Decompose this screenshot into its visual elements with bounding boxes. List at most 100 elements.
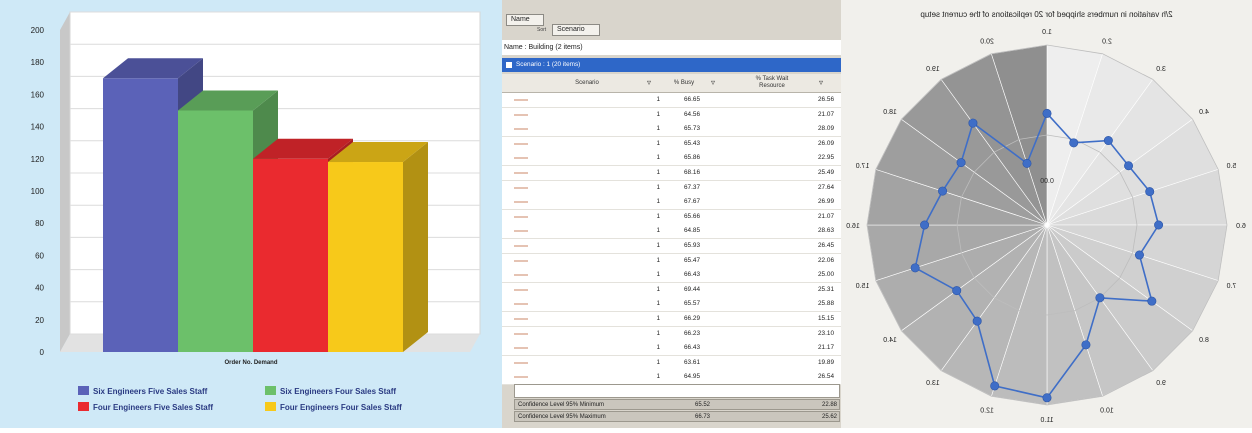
- table-row[interactable]: 1 65.73 28.09: [502, 122, 841, 138]
- y-tick-label: 120: [31, 155, 45, 164]
- radar-point: [1081, 340, 1091, 350]
- cell-wait: 26.99: [818, 198, 834, 206]
- cell-wait: 25.49: [818, 169, 834, 176]
- radar-point: [968, 118, 978, 128]
- cell-busy: 66.23: [684, 329, 700, 337]
- y-tick-label: 0: [40, 348, 45, 357]
- y-tick-label: 200: [31, 26, 45, 35]
- table-row[interactable]: 1 68.16 25.49: [502, 166, 841, 181]
- cell-wait: 21.07: [818, 110, 834, 118]
- cell-busy: 64.95: [684, 373, 700, 381]
- x-axis-label: Order No. Demand: [224, 360, 277, 366]
- filter-icon[interactable]: ▿: [644, 74, 654, 92]
- table-row[interactable]: 1 66.43 21.17: [502, 341, 841, 357]
- bar: [253, 158, 328, 352]
- table-row[interactable]: 1 65.47 22.06: [502, 253, 841, 269]
- cell-wait: 27.64: [818, 183, 834, 191]
- table-row[interactable]: 1 69.44 25.31: [502, 282, 841, 298]
- cell-wait: 26.54: [818, 373, 834, 381]
- table-row[interactable]: 1 65.86 22.95: [502, 151, 841, 167]
- row-indicator: [514, 172, 528, 174]
- summary-label: Confidence Level 95% Minimum: [518, 402, 605, 408]
- table-row[interactable]: 1 63.61 19.89: [502, 355, 841, 371]
- scenario-group-header[interactable]: Scenario : 1 (20 items): [502, 58, 841, 72]
- cell-scenario: 1: [656, 125, 660, 133]
- y-tick-label: 180: [31, 58, 45, 67]
- expand-icon[interactable]: [506, 62, 512, 68]
- filter-icon[interactable]: ▿: [816, 74, 826, 92]
- cell-scenario: 1: [656, 96, 660, 103]
- radar-point: [1042, 108, 1052, 118]
- cell-wait: 22.06: [818, 256, 834, 264]
- radar-point: [1103, 136, 1113, 146]
- radar-axis-label: 1.0: [1042, 29, 1052, 36]
- table-row[interactable]: 1 64.85 28.63: [502, 224, 841, 240]
- table-row[interactable]: 1 65.43 26.09: [502, 136, 841, 152]
- table-row[interactable]: 1 66.43 25.00: [502, 268, 841, 284]
- legend-swatch: [78, 386, 89, 395]
- cell-busy: 66.43: [684, 271, 700, 279]
- cell-busy: 65.57: [684, 300, 700, 308]
- legend-swatch: [265, 386, 276, 395]
- cell-busy: 65.86: [684, 154, 700, 162]
- row-indicator: [514, 230, 528, 233]
- name-column-button[interactable]: Name: [506, 14, 544, 26]
- row-indicator: [514, 347, 528, 350]
- summary-wait: 25.62: [821, 414, 837, 420]
- bar: [178, 110, 253, 352]
- cell-busy: 67.67: [684, 198, 700, 206]
- cell-wait: 28.09: [818, 125, 834, 133]
- y-tick-label: 160: [31, 90, 45, 99]
- filter-icon[interactable]: ▿: [708, 74, 718, 92]
- radar-axis-label: 14.0: [883, 337, 897, 344]
- radar-point: [1145, 187, 1155, 197]
- cell-scenario: 1: [656, 300, 660, 308]
- radar-axis-label: 20.0: [980, 38, 994, 45]
- table-row[interactable]: 1 66.65 26.56: [502, 93, 841, 108]
- cell-scenario: 1: [656, 183, 660, 191]
- cell-scenario: 1: [656, 198, 660, 206]
- radar-title: 2/h variation in numbers shipped for 20 …: [920, 10, 1173, 19]
- radar-axis-label: 18.0: [883, 109, 897, 116]
- cell-busy: 65.43: [684, 139, 700, 147]
- col-header-wait[interactable]: % Task Wait Resource: [742, 74, 802, 92]
- table-row[interactable]: 1 65.66 21.07: [502, 209, 841, 225]
- radar-point: [972, 316, 982, 326]
- cell-scenario: 1: [656, 110, 660, 118]
- col-header-busy[interactable]: % Busy: [664, 74, 704, 92]
- cell-wait: 25.00: [818, 271, 834, 279]
- radar-point: [1124, 161, 1134, 171]
- table-row[interactable]: 1 67.37 27.64: [502, 180, 841, 196]
- cell-busy: 65.93: [684, 242, 700, 249]
- col-header-scenario[interactable]: Scenario: [532, 74, 642, 92]
- results-table-panel: Name Sort Scenario Name : Building (2 it…: [502, 0, 841, 428]
- radar-point: [920, 220, 930, 230]
- chart-side-wall: [60, 12, 70, 352]
- summary-row-max: Confidence Level 95% Maximum 66.73 25.62: [514, 411, 840, 422]
- group-name-row: Name : Building (2 items): [502, 40, 841, 55]
- scenario-column-button[interactable]: Scenario: [552, 24, 600, 36]
- radar-axis-label: 10.0: [1100, 408, 1114, 415]
- radar-point: [938, 186, 948, 196]
- table-row[interactable]: 1 66.29 15.15: [502, 312, 841, 327]
- table-row[interactable]: 1 64.56 21.07: [502, 107, 841, 123]
- cell-scenario: 1: [656, 256, 660, 264]
- radar-point: [910, 263, 920, 273]
- y-tick-label: 60: [35, 251, 44, 260]
- row-indicator: [514, 376, 528, 379]
- row-indicator: [514, 128, 528, 131]
- table-row[interactable]: 1 65.93 26.45: [502, 239, 841, 254]
- table-row[interactable]: 1 66.23 23.10: [502, 326, 841, 342]
- bar: [328, 162, 403, 352]
- cell-wait: 28.63: [818, 227, 834, 235]
- cell-busy: 69.44: [684, 285, 700, 293]
- sort-label: Sort: [537, 27, 547, 33]
- legend-label: Four Engineers Four Sales Staff: [280, 403, 402, 412]
- table-row[interactable]: 1 67.67 26.99: [502, 195, 841, 211]
- bar-chart-panel: Number of Orders Delivered Per Day020406…: [0, 0, 502, 428]
- cell-wait: 21.07: [818, 212, 834, 220]
- radar-point: [1095, 293, 1105, 303]
- legend-swatch: [265, 402, 276, 411]
- cell-scenario: 1: [656, 227, 660, 235]
- table-row[interactable]: 1 65.57 25.88: [502, 297, 841, 313]
